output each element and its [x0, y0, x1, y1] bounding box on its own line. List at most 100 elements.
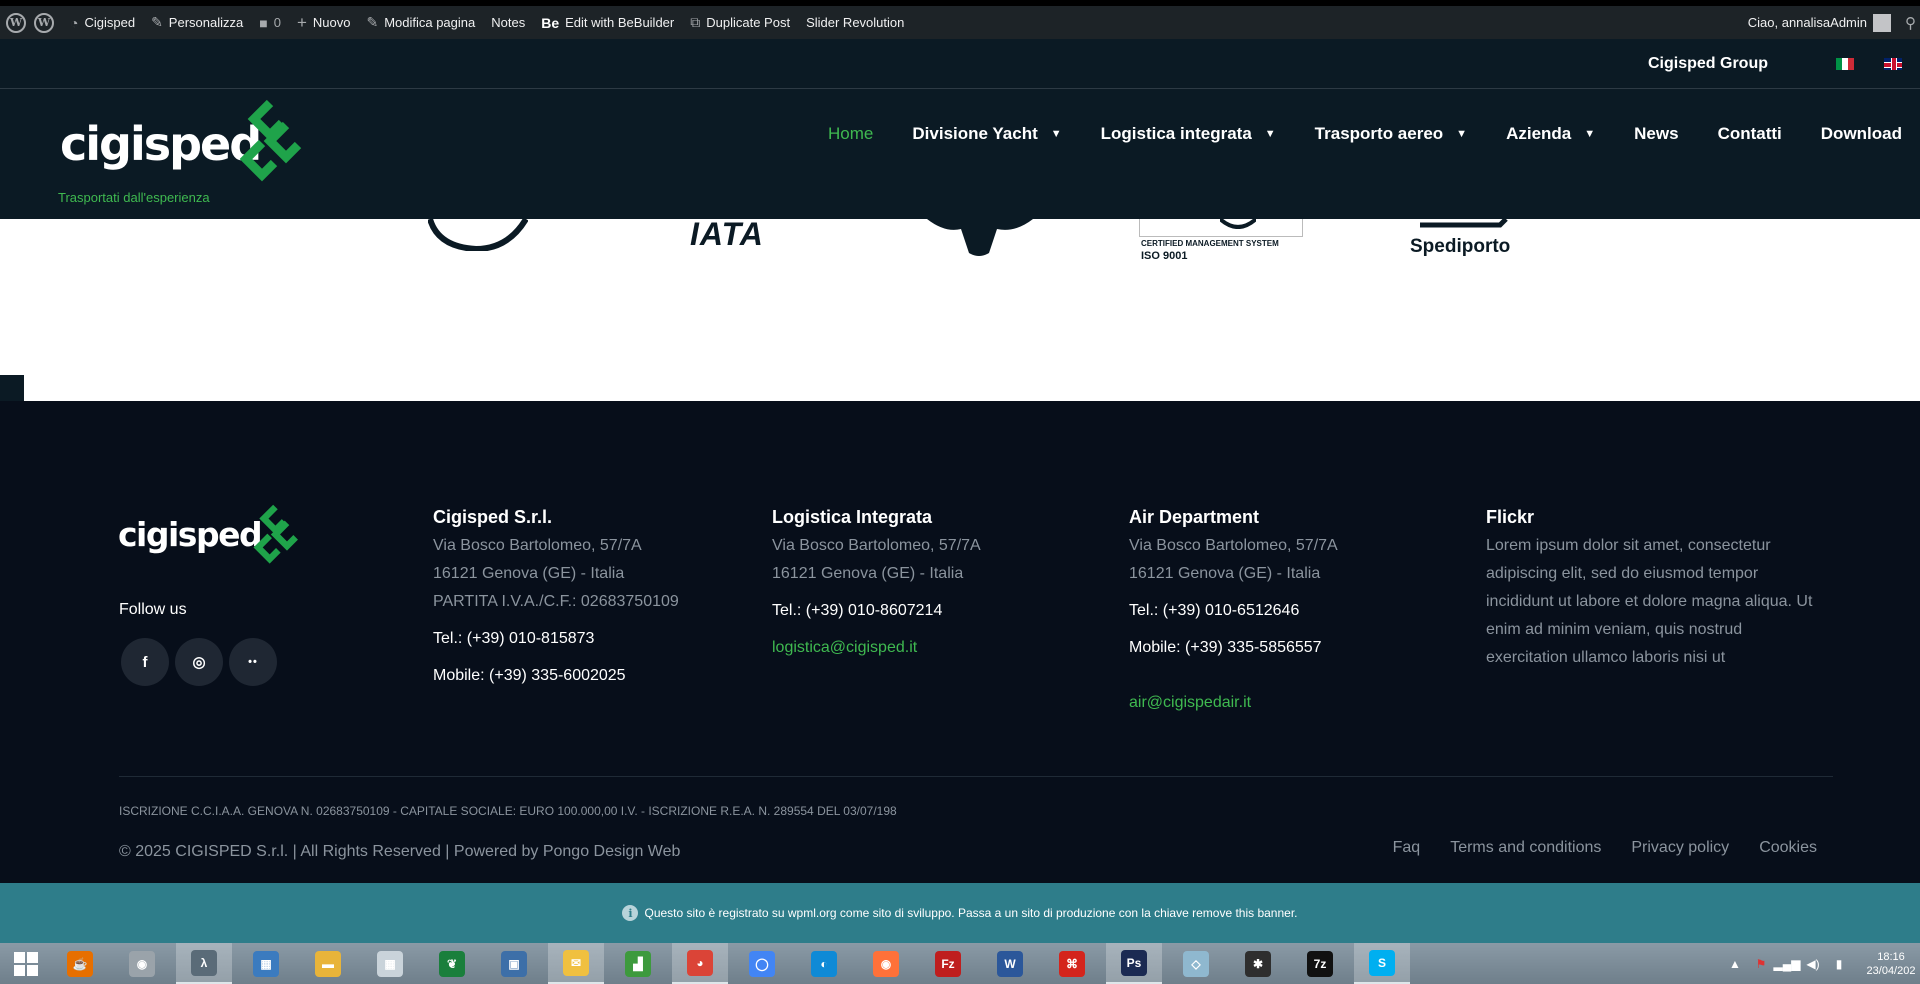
caret-down-icon: ▼ — [1264, 128, 1276, 140]
footer-links: Faq Terms and conditions Privacy policy … — [1363, 839, 1817, 857]
iso-box — [1139, 219, 1303, 237]
taskbar-app-notepad[interactable]: ◇ — [1168, 943, 1224, 984]
admin-site-link[interactable]: ◔ Cigisped — [62, 6, 143, 39]
logo-wordmark: cigisped — [60, 117, 262, 171]
nav-home[interactable]: Home — [828, 124, 873, 144]
footer-link-faq[interactable]: Faq — [1393, 839, 1421, 857]
chart-app-icon: ▟ — [625, 950, 651, 977]
taskbar-app-network[interactable]: ▣ — [486, 943, 542, 984]
brush-icon: ✎ — [151, 14, 163, 30]
logo-tagline: Trasportati dall'esperienza — [58, 190, 210, 205]
social-links: f ◎ •• — [121, 638, 283, 686]
file-explorer-icon: ▬ — [315, 950, 341, 977]
site-header: Cigisped Group cigisped Trasportati dall… — [0, 39, 1920, 219]
butterfly-app-icon: ❦ — [439, 950, 465, 977]
flickr-button[interactable]: •• — [229, 638, 277, 686]
network-icon[interactable]: ▂▄▆ — [1774, 956, 1801, 972]
taskbar-app-file-explorer[interactable]: ▬ — [300, 943, 356, 984]
footer-link-privacy[interactable]: Privacy policy — [1631, 839, 1729, 857]
air-email-link[interactable]: air@cigispedair.it — [1129, 689, 1338, 717]
spediporto-mark-icon — [1420, 219, 1508, 228]
flag-alert-icon[interactable]: ⚑ — [1752, 956, 1770, 972]
admin-notes-link[interactable]: Notes — [483, 6, 533, 39]
java-icon: ☕ — [67, 950, 93, 977]
wp-logo-button[interactable]: W — [0, 6, 30, 39]
footer-col-title: Cigisped S.r.l. — [433, 507, 553, 527]
admin-edit-page-link[interactable]: ✎ Modifica pagina — [358, 6, 483, 39]
logistica-email-link[interactable]: logistica@cigisped.it — [772, 634, 981, 662]
ram-logo-icon — [927, 219, 1033, 256]
admin-customize-link[interactable]: ✎ Personalizza — [143, 6, 251, 39]
photoshop-icon: Ps — [1121, 949, 1147, 976]
chrome-icon: ◕ — [687, 949, 713, 976]
wp-logo-button-2[interactable]: W — [30, 6, 62, 39]
taskbar-app-filezilla[interactable]: Fz — [920, 943, 976, 984]
taskbar-app-chart-app[interactable]: ▟ — [610, 943, 666, 984]
legal-info: ISCRIZIONE C.C.I.A.A. GENOVA N. 02683750… — [119, 804, 897, 818]
copyright: © 2025 CIGISPED S.r.l. | All Rights Rese… — [119, 843, 681, 860]
windows-taskbar: ☕ ◉ λ ▦ ▬ ▦ ❦ ▣ ✉ ▟ ◕ ◯ ◐ ◉ Fz W ⌘ Ps ◇ ✱ 7z S ▲ ⚑ ▂▄▆ ◀) ▮ 1… — [0, 943, 1920, 984]
taskbar-app-chromium[interactable]: ◯ — [734, 943, 790, 984]
nav-news[interactable]: News — [1634, 124, 1678, 144]
taskbar-app-java[interactable]: ☕ — [52, 943, 108, 984]
taskbar-app-inkscape[interactable]: ✱ — [1230, 943, 1286, 984]
taskbar-app-calculator[interactable]: ▦ — [362, 943, 418, 984]
taskbar-app-edge[interactable]: ◐ — [796, 943, 852, 984]
taskbar-app-7zip[interactable]: 7z — [1292, 943, 1348, 984]
taskbar-app-photoshop[interactable]: Ps — [1106, 943, 1162, 984]
footer-logo[interactable]: cigisped — [118, 501, 318, 571]
nav-logistica-integrata[interactable]: Logistica integrata ▼ — [1101, 124, 1276, 144]
admin-new-link[interactable]: + Nuovo — [289, 6, 359, 39]
footer-link-cookies[interactable]: Cookies — [1759, 839, 1817, 857]
taskbar-app-outlook[interactable]: ✉ — [548, 943, 604, 984]
battery-icon[interactable]: ▮ — [1830, 956, 1848, 972]
caret-down-icon: ▼ — [1456, 128, 1468, 140]
nav-contatti[interactable]: Contatti — [1718, 124, 1782, 144]
taskbar-app-chrome[interactable]: ◕ — [672, 943, 728, 984]
footer-col-flickr: Flickr Lorem ipsum dolor sit amet, conse… — [1486, 505, 1826, 672]
chevron-up-icon[interactable]: ▲ — [1726, 956, 1744, 972]
site-logo[interactable]: cigisped Trasportati dall'esperienza — [58, 95, 308, 205]
caret-down-icon: ▼ — [1050, 128, 1062, 140]
taskbar-app-butterfly-app[interactable]: ❦ — [424, 943, 480, 984]
taskbar-app-firefox[interactable]: ◉ — [858, 943, 914, 984]
word-icon: W — [997, 950, 1023, 977]
nav-trasporto-aereo[interactable]: Trasporto aereo ▼ — [1315, 124, 1467, 144]
flag-uk-icon[interactable] — [1884, 57, 1902, 70]
taskbar-apps: ☕ ◉ λ ▦ ▬ ▦ ❦ ▣ ✉ ▟ ◕ ◯ ◐ ◉ Fz W ⌘ Ps ◇ ✱ 7z S — [52, 943, 1416, 984]
clock[interactable]: 18:16 23/04/202 — [1862, 950, 1920, 978]
admin-account-link[interactable]: Ciao, annalisaAdmin — [1740, 6, 1899, 39]
admin-slider-revolution-link[interactable]: Slider Revolution — [798, 6, 912, 39]
footer-link-terms[interactable]: Terms and conditions — [1450, 839, 1601, 857]
caret-down-icon: ▼ — [1584, 128, 1596, 140]
instagram-button[interactable]: ◎ — [175, 638, 223, 686]
taskbar-app-skype[interactable]: S — [1354, 943, 1410, 984]
nav-azienda[interactable]: Azienda ▼ — [1506, 124, 1595, 144]
wordpress-icon: W — [34, 12, 54, 33]
taskbar-app-control-panel[interactable]: ▦ — [238, 943, 294, 984]
start-button[interactable] — [0, 943, 52, 984]
cigisped-group-link[interactable]: Cigisped Group — [1648, 55, 1768, 73]
facebook-button[interactable]: f — [121, 638, 169, 686]
wp-admin-bar: W W ◔ Cigisped ✎ Personalizza ■ 0 + Nuov… — [0, 6, 1920, 39]
admin-search-button[interactable]: ⚲ — [1899, 6, 1920, 39]
taskbar-app-word[interactable]: W — [982, 943, 1038, 984]
dashboard-icon: ◔ — [70, 14, 79, 31]
acrobat-icon: ⌘ — [1059, 950, 1085, 977]
bebuilder-icon: Be — [541, 14, 560, 31]
admin-comments-link[interactable]: ■ 0 — [251, 6, 289, 39]
volume-icon[interactable]: ◀) — [1804, 956, 1822, 972]
footer-divider — [119, 776, 1833, 777]
flag-italy-icon[interactable] — [1836, 57, 1854, 70]
nav-divisione-yacht[interactable]: Divisione Yacht ▼ — [912, 124, 1061, 144]
taskbar-app-acrobat[interactable]: ⌘ — [1044, 943, 1100, 984]
nav-download[interactable]: Download — [1821, 124, 1902, 144]
taskbar-app-speaker[interactable]: ◉ — [114, 943, 170, 984]
facebook-icon: f — [142, 653, 148, 671]
admin-bebuilder-link[interactable]: Be Edit with BeBuilder — [533, 6, 682, 39]
admin-duplicate-post-link[interactable]: ⧉ Duplicate Post — [682, 6, 798, 39]
pencil-icon: ✎ — [366, 14, 379, 30]
taskbar-app-xampp[interactable]: λ — [176, 943, 232, 984]
footer-col-logistica: Logistica Integrata Via Bosco Bartolomeo… — [772, 505, 981, 662]
network-icon: ▣ — [501, 950, 527, 977]
